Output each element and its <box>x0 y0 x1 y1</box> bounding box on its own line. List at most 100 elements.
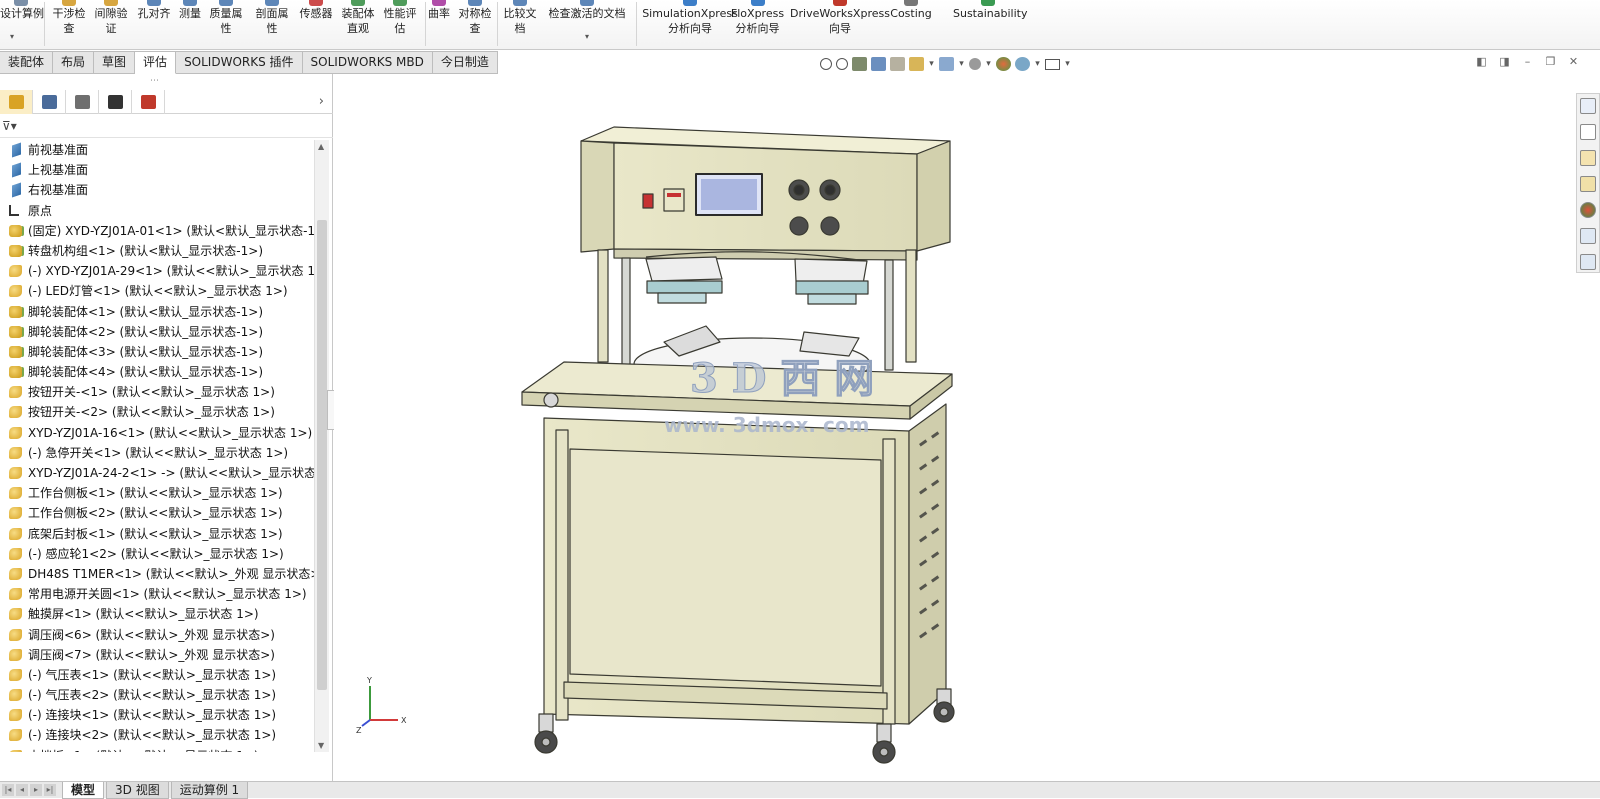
tree-node[interactable]: DH48S T1MER<1> (默认<<默认>_外观 显示状态>) <box>0 564 318 584</box>
panel-tab-4[interactable] <box>132 90 165 114</box>
view-orientation-dropdown-icon[interactable]: ▾ <box>928 59 935 69</box>
command-tab-1[interactable]: 布局 <box>53 51 95 74</box>
tile-left-icon[interactable]: ◧ <box>1475 55 1488 68</box>
last-tab-icon[interactable]: ▸| <box>44 784 56 796</box>
edit-appearance-icon[interactable] <box>996 57 1011 71</box>
zoom-to-area-icon[interactable] <box>836 58 848 70</box>
scroll-thumb[interactable] <box>317 220 327 690</box>
panel-grip-icon[interactable]: ⋯ <box>150 76 159 86</box>
command-tab-3[interactable]: 评估 <box>135 51 177 74</box>
command-tab-5[interactable]: SOLIDWORKS MBD <box>302 51 433 74</box>
section-view-icon[interactable] <box>871 57 886 71</box>
tree-node[interactable]: (-) LED灯管<1> (默认<<默认>_显示状态 1>) <box>0 281 318 301</box>
panel-tab-3[interactable] <box>99 90 132 114</box>
minimize-icon[interactable]: – <box>1521 55 1534 68</box>
ribbon-button-10[interactable]: 曲率 <box>427 0 451 21</box>
view-settings-dropdown-icon[interactable]: ▾ <box>1064 59 1071 69</box>
ribbon-button-16[interactable]: DriveWorksXpress 向导 <box>790 0 890 36</box>
tree-node[interactable]: 底架后封板<1> (默认<<默认>_显示状态 1>) <box>0 524 318 544</box>
ribbon-dropdown-icon[interactable]: ▾ <box>10 32 14 41</box>
tree-node[interactable]: (固定) XYD-YZJ01A-01<1> (默认<默认_显示状态-1>) <box>0 221 318 241</box>
first-tab-icon[interactable]: |◂ <box>2 784 14 796</box>
ribbon-dropdown-icon[interactable]: ▾ <box>585 32 589 41</box>
tree-node[interactable]: 前视基准面 <box>0 140 318 160</box>
ribbon-button-6[interactable]: 剖面属 性 <box>252 0 292 36</box>
ribbon-button-3[interactable]: 孔对齐 <box>135 0 173 21</box>
tree-node[interactable]: 脚轮装配体<1> (默认<默认_显示状态-1>) <box>0 302 318 322</box>
tree-node[interactable]: 调压阀<6> (默认<<默认>_外观 显示状态>) <box>0 625 318 645</box>
ribbon-button-2[interactable]: 间隙验 证 <box>93 0 129 36</box>
command-tab-4[interactable]: SOLIDWORKS 插件 <box>176 51 303 74</box>
tree-node[interactable]: (-) 连接块<2> (默认<<默认>_显示状态 1>) <box>0 725 318 745</box>
tree-node[interactable]: 按钮开关-<2> (默认<<默认>_显示状态 1>) <box>0 402 318 422</box>
custom-properties-icon[interactable] <box>1580 228 1596 244</box>
tree-node[interactable]: 按钮开关-<1> (默认<<默认>_显示状态 1>) <box>0 382 318 402</box>
prev-tab-icon[interactable]: ◂ <box>16 784 28 796</box>
scroll-up-icon[interactable]: ▲ <box>318 142 324 151</box>
view-palette-icon[interactable] <box>1580 176 1596 192</box>
bottom-tab-1[interactable]: 3D 视图 <box>106 782 169 799</box>
apply-scene-dropdown-icon[interactable]: ▾ <box>1034 59 1041 69</box>
ribbon-button-8[interactable]: 装配体 直观 <box>338 0 378 36</box>
tree-node[interactable]: 工作台侧板<2> (默认<<默认>_显示状态 1>) <box>0 503 318 523</box>
hide-show-dropdown-icon[interactable]: ▾ <box>985 59 992 69</box>
ribbon-button-12[interactable]: 比较文 档 <box>500 0 540 36</box>
tree-node[interactable]: 右视基准面 <box>0 180 318 200</box>
expand-panel-icon[interactable]: › <box>319 90 324 114</box>
filter-icon[interactable]: ⊽▾ <box>2 119 17 133</box>
bottom-tab-0[interactable]: 模型 <box>62 782 105 799</box>
scroll-down-icon[interactable]: ▼ <box>318 741 324 750</box>
apply-scene-icon[interactable] <box>1015 57 1030 71</box>
tree-node[interactable]: 调压阀<7> (默认<<默认>_外观 显示状态>) <box>0 645 318 665</box>
panel-tab-0[interactable] <box>0 90 33 114</box>
ribbon-button-11[interactable]: 对称检 查 <box>455 0 495 36</box>
command-tab-6[interactable]: 今日制造 <box>432 51 498 74</box>
tree-node[interactable]: 转盘机构组<1> (默认<默认_显示状态-1>) <box>0 241 318 261</box>
appearances-icon[interactable] <box>1580 202 1596 218</box>
ribbon-button-9[interactable]: 性能评 估 <box>380 0 420 36</box>
view-settings-icon[interactable] <box>1045 58 1060 70</box>
bottom-tab-2[interactable]: 运动算例 1 <box>170 782 249 799</box>
ribbon-button-18[interactable]: Sustainability <box>953 0 1027 21</box>
tree-node[interactable]: (-) 急停开关<1> (默认<<默认>_显示状态 1>) <box>0 443 318 463</box>
display-style-icon[interactable] <box>939 57 954 71</box>
tree-node[interactable]: (-) 气压表<1> (默认<<默认>_显示状态 1>) <box>0 665 318 685</box>
ribbon-button-5[interactable]: 质量属 性 <box>205 0 247 36</box>
ribbon-button-1[interactable]: 干涉检 查 <box>50 0 88 36</box>
tree-node[interactable]: XYD-YZJ01A-24-2<1> -> (默认<<默认>_显示状态 1>) <box>0 463 318 483</box>
ribbon-button-14[interactable]: SimulationXpress 分析向导 <box>640 0 740 36</box>
ribbon-button-15[interactable]: FloXpress 分析向导 <box>730 0 785 36</box>
dynamic-annotation-icon[interactable] <box>890 57 905 71</box>
view-orientation-icon[interactable] <box>909 57 924 71</box>
tree-node[interactable]: 触摸屏<1> (默认<<默认>_显示状态 1>) <box>0 604 318 624</box>
file-explorer-icon[interactable] <box>1580 150 1596 166</box>
graphics-area[interactable]: 3 D 西 网 www. 3dmox. com Y X Z <box>334 28 1576 781</box>
zoom-to-fit-icon[interactable] <box>820 58 832 70</box>
hide-show-items-icon[interactable] <box>969 58 981 70</box>
ribbon-button-17[interactable]: Costing <box>889 0 933 21</box>
tree-node[interactable]: 脚轮装配体<4> (默认<默认_显示状态-1>) <box>0 362 318 382</box>
forum-icon[interactable] <box>1580 254 1596 270</box>
tree-node[interactable]: (-) 感应轮1<2> (默认<<默认>_显示状态 1>) <box>0 544 318 564</box>
close-icon[interactable]: ✕ <box>1567 55 1580 68</box>
tree-node[interactable]: (-) 气压表<2> (默认<<默认>_显示状态 1>) <box>0 685 318 705</box>
ribbon-button-0[interactable]: 设计算例 <box>0 0 44 21</box>
tree-node[interactable]: 常用电源开关圆<1> (默认<<默认>_显示状态 1>) <box>0 584 318 604</box>
tree-node[interactable]: 脚轮装配体<3> (默认<默认_显示状态-1>) <box>0 342 318 362</box>
next-tab-icon[interactable]: ▸ <box>30 784 42 796</box>
command-tab-2[interactable]: 草图 <box>94 51 136 74</box>
panel-tab-2[interactable] <box>66 90 99 114</box>
command-tab-0[interactable]: 装配体 <box>0 51 54 74</box>
display-style-dropdown-icon[interactable]: ▾ <box>958 59 965 69</box>
solidworks-resources-icon[interactable] <box>1580 98 1596 114</box>
panel-tab-1[interactable] <box>33 90 66 114</box>
tree-node[interactable]: 内挡板<1> (默认<<默认>_显示状态 1>) <box>0 746 318 752</box>
design-library-icon[interactable] <box>1580 124 1596 140</box>
tree-node[interactable]: 脚轮装配体<2> (默认<默认_显示状态-1>) <box>0 322 318 342</box>
tree-node[interactable]: 原点 <box>0 201 318 221</box>
ribbon-button-13[interactable]: 检查激活的文档 <box>547 0 627 21</box>
tile-right-icon[interactable]: ◨ <box>1498 55 1511 68</box>
tree-node[interactable]: (-) 连接块<1> (默认<<默认>_显示状态 1>) <box>0 705 318 725</box>
ribbon-button-4[interactable]: 测量 <box>178 0 202 21</box>
tree-node[interactable]: 工作台侧板<1> (默认<<默认>_显示状态 1>) <box>0 483 318 503</box>
